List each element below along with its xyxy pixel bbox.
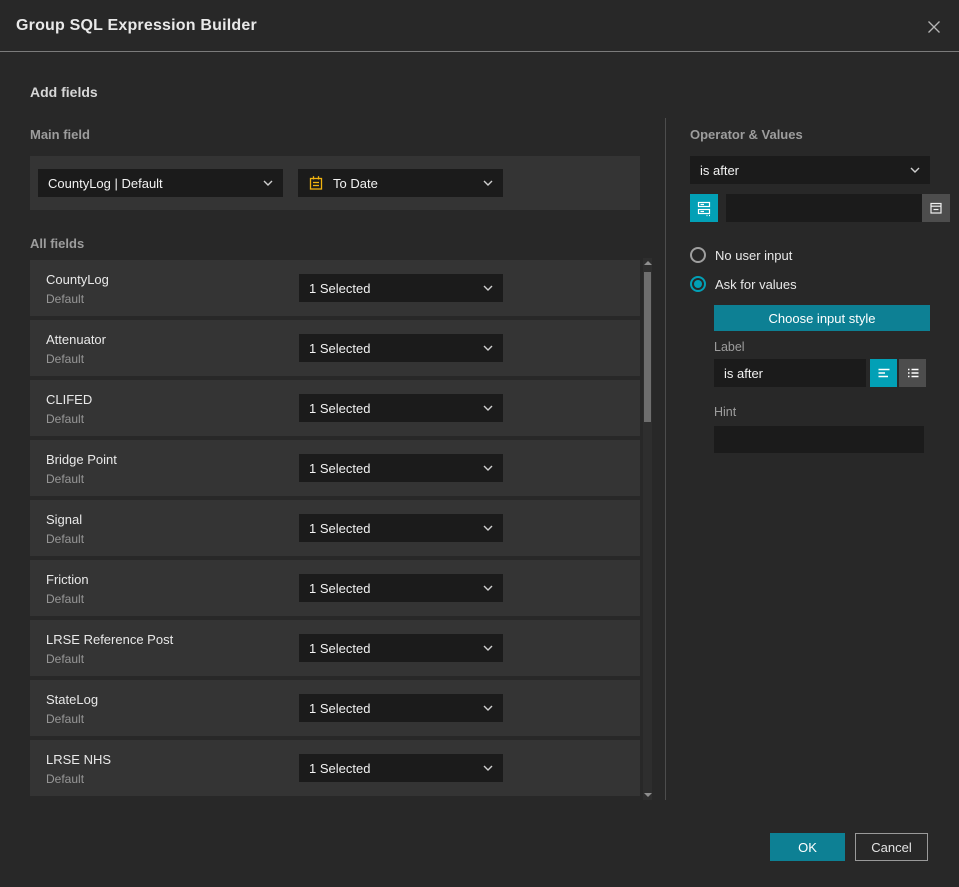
cancel-button[interactable]: Cancel (855, 833, 928, 861)
field-list-scrollbar[interactable] (643, 258, 652, 800)
hint-input[interactable] (714, 426, 924, 453)
selection-value: 1 Selected (309, 520, 371, 536)
chevron-down-icon (910, 167, 920, 173)
hint-caption: Hint (714, 405, 737, 419)
calendar-icon (308, 175, 324, 191)
selection-value: 1 Selected (309, 340, 371, 356)
chevron-down-icon (483, 705, 493, 711)
field-type-select[interactable]: To Date (298, 169, 503, 197)
list-style-toggle-button[interactable] (899, 359, 926, 387)
selection-value: 1 Selected (309, 700, 371, 716)
scrollbar-up-arrow[interactable] (643, 258, 652, 268)
field-selection-select[interactable]: 1 Selected (299, 634, 503, 662)
dialog-title: Group SQL Expression Builder (16, 16, 257, 34)
titlebar: Group SQL Expression Builder (0, 0, 959, 52)
label-caption: Label (714, 340, 745, 354)
selection-value: 1 Selected (309, 760, 371, 776)
field-selection-select[interactable]: 1 Selected (299, 694, 503, 722)
add-fields-heading: Add fields (30, 84, 98, 100)
chevron-down-icon (483, 465, 493, 471)
date-input-style-icon (695, 199, 713, 217)
selection-value: 1 Selected (309, 580, 371, 596)
field-selection-select[interactable]: 1 Selected (299, 574, 503, 602)
chevron-down-icon (483, 345, 493, 351)
field-selection-select[interactable]: 1 Selected (299, 334, 503, 362)
radio-label: Ask for values (715, 276, 797, 292)
field-row-countylog: CountyLog Default 1 Selected (30, 260, 640, 316)
panel-divider (665, 118, 666, 800)
dialog-footer: OK Cancel (770, 833, 928, 861)
operator-select[interactable]: is after (690, 156, 930, 184)
selection-value: 1 Selected (309, 400, 371, 416)
close-icon (926, 19, 942, 35)
label-input[interactable] (714, 359, 866, 387)
label-row (714, 359, 930, 387)
field-type-select-value: To Date (333, 175, 378, 191)
field-selection-select[interactable]: 1 Selected (299, 454, 503, 482)
ask-for-values-options: Choose input style Label is after Hint (714, 305, 930, 453)
field-selection-select[interactable]: 1 Selected (299, 394, 503, 422)
selection-value: 1 Selected (309, 460, 371, 476)
field-row-clifed: CLIFED Default 1 Selected (30, 380, 640, 436)
chevron-down-icon (483, 180, 493, 186)
text-style-toggle-button[interactable] (870, 359, 897, 387)
selection-value: 1 Selected (309, 640, 371, 656)
field-list: CountyLog Default 1 Selected Attenuator … (30, 260, 640, 796)
main-field-label: Main field (30, 127, 90, 142)
field-row-statelog: StateLog Default 1 Selected (30, 680, 640, 736)
radio-ask-for-values[interactable]: Ask for values (690, 276, 930, 292)
value-type-button[interactable] (690, 194, 718, 222)
calendar-icon (928, 200, 944, 216)
field-row-lrse-reference-post: LRSE Reference Post Default 1 Selected (30, 620, 640, 676)
radio-selected-icon (690, 276, 706, 292)
list-input-style-icon (905, 365, 921, 381)
scrollbar-thumb[interactable] (644, 272, 651, 422)
main-field-select[interactable]: CountyLog | Default (38, 169, 283, 197)
field-row-lrse-nhs: LRSE NHS Default 1 Selected (30, 740, 640, 796)
chevron-down-icon (483, 525, 493, 531)
input-mode-radio-group: No user input Ask for values (690, 247, 930, 292)
operator-select-value: is after (700, 162, 740, 178)
field-row-attenuator: Attenuator Default 1 Selected (30, 320, 640, 376)
scrollbar-down-arrow[interactable] (643, 790, 652, 800)
main-field-select-value: CountyLog | Default (48, 175, 163, 191)
date-picker-button[interactable] (922, 194, 950, 222)
text-input-style-icon (876, 365, 892, 381)
field-selection-select[interactable]: 1 Selected (299, 754, 503, 782)
choose-input-style-button[interactable]: Choose input style (714, 305, 930, 331)
radio-unselected-icon (690, 247, 706, 263)
date-value-group (726, 194, 950, 222)
operator-values-heading: Operator & Values (690, 127, 803, 142)
chevron-down-icon (483, 585, 493, 591)
selection-value: 1 Selected (309, 280, 371, 296)
field-row-signal: Signal Default 1 Selected (30, 500, 640, 556)
operator-values-panel: Operator & Values is after No user input… (690, 127, 950, 453)
field-selection-select[interactable]: 1 Selected (299, 514, 503, 542)
chevron-down-icon (483, 765, 493, 771)
chevron-down-icon (483, 405, 493, 411)
field-selection-select[interactable]: 1 Selected (299, 274, 503, 302)
date-value-input[interactable] (726, 194, 922, 222)
value-entry-row (690, 194, 950, 222)
chevron-down-icon (263, 180, 273, 186)
chevron-down-icon (483, 645, 493, 651)
close-button[interactable] (923, 16, 945, 38)
fields-column: Main field CountyLog | Default To Date A… (30, 127, 640, 800)
ok-button[interactable]: OK (770, 833, 845, 861)
field-row-bridge-point: Bridge Point Default 1 Selected (30, 440, 640, 496)
main-field-panel: CountyLog | Default To Date (30, 156, 640, 210)
all-fields-label: All fields (30, 236, 85, 251)
radio-no-user-input[interactable]: No user input (690, 247, 930, 263)
field-row-friction: Friction Default 1 Selected (30, 560, 640, 616)
chevron-down-icon (483, 285, 493, 291)
group-sql-expression-builder-dialog: Group SQL Expression Builder Add fields … (0, 0, 959, 887)
radio-label: No user input (715, 247, 793, 263)
